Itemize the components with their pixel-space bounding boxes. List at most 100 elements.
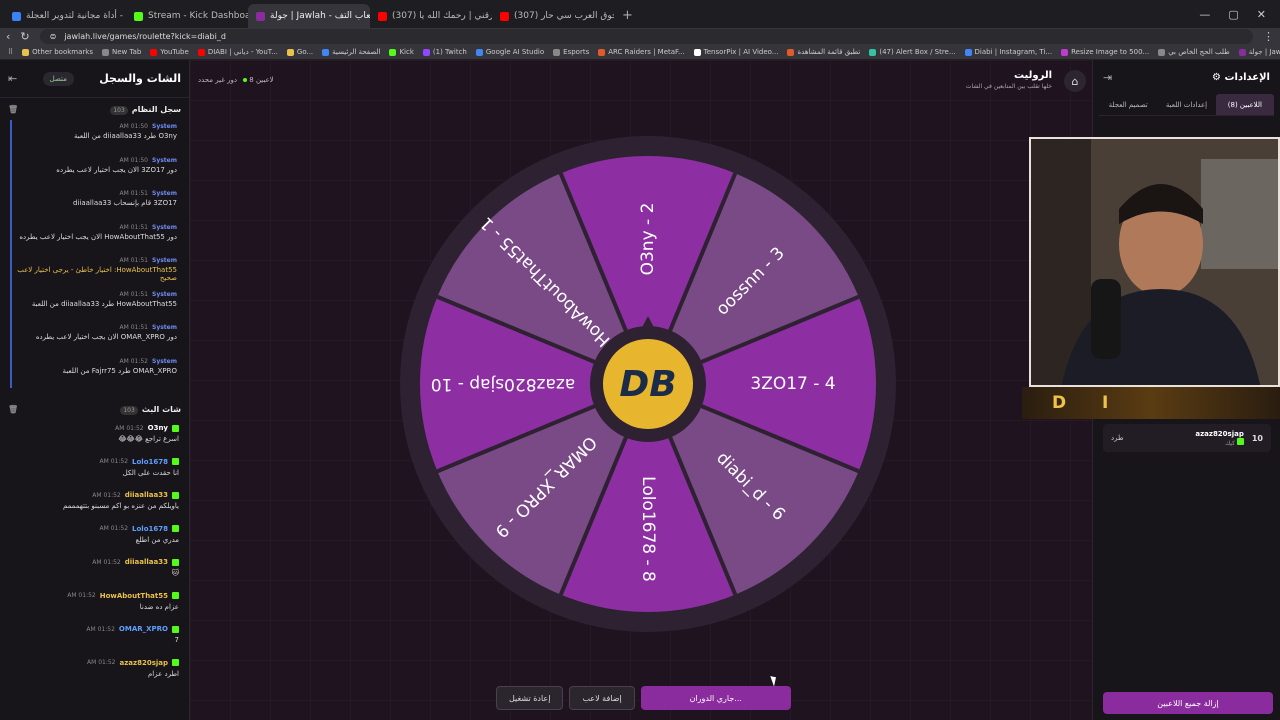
browser-tab[interactable]: (307) رحل عني وفارقني | رحمك الله يا...✕: [370, 4, 492, 28]
home-button[interactable]: ⌂: [1064, 70, 1086, 92]
wheel-segment-label: azaz820sjap - 10: [431, 374, 576, 394]
bookmark-item[interactable]: New Tab: [102, 48, 141, 56]
collapse-panel-icon[interactable]: ⇤: [8, 72, 17, 85]
webcam-image: [1031, 139, 1278, 385]
sender-name: System: [152, 290, 177, 298]
site-info-icon[interactable]: ⊜: [50, 32, 57, 41]
sender-name: System: [152, 324, 177, 331]
roulette-wheel[interactable]: 3ZO17 - 4diabi_d - 6Lolo1678 - 8OMAR_XPR…: [398, 134, 898, 634]
address-bar-row: ‹ ↻ ⊜ jawlah.live/games/roulette?kick=di…: [0, 28, 1280, 45]
chat-username[interactable]: Lolo1678: [132, 525, 168, 533]
bookmark-favicon: [102, 48, 109, 56]
back-icon[interactable]: ‹: [6, 30, 10, 43]
timestamp: AM 01:52: [115, 424, 144, 432]
bookmark-item[interactable]: Esports: [553, 48, 589, 56]
bookmark-item[interactable]: (47) Alert Box / Stre...: [869, 48, 956, 56]
bookmark-item[interactable]: طلب الحج الخاص بي: [1158, 48, 1230, 56]
bookmark-favicon: [286, 48, 294, 56]
settings-tabs: اللاعبين (8) إعدادات اللعبة تصميم العجلة: [1099, 94, 1274, 116]
expand-panel-icon[interactable]: ⇥: [1103, 71, 1112, 84]
chat-username[interactable]: HowAboutThat55: [100, 592, 168, 600]
bookmark-item[interactable]: TensorPix | AI Video...: [693, 48, 779, 56]
apps-icon[interactable]: ⠿: [8, 48, 13, 56]
bookmark-favicon: [964, 48, 972, 56]
syslog-entry: System AM 01:51 HowAboutThat55 طرد diiaall…: [10, 287, 181, 321]
minimize-icon[interactable]: —: [1199, 8, 1210, 21]
chat-username[interactable]: OMAR_XPRO: [119, 625, 168, 633]
url-text: jawlah.live/games/roulette?kick=diabi_d: [64, 32, 226, 41]
trash-icon[interactable]: 🗑: [8, 105, 18, 114]
logo-letter-i: I: [1102, 393, 1109, 413]
roulette-area: دور غير محدد 8 لاعبين الروليت خلها تقلب …: [190, 60, 1092, 720]
chat-text: مدري من اطلع: [135, 535, 179, 544]
stream-chat-list[interactable]: O3ny AM 01:52 اسرع تراجع 😂😂😂 Lolo1678 AM 01:…: [0, 420, 189, 692]
browser-tab[interactable]: (307) زازاه القمر كحوق العرب سي حار...✕: [492, 4, 614, 28]
chat-username[interactable]: O3ny: [148, 424, 168, 432]
chat-log-header: ⇤ متصل الشات والسجل: [0, 60, 189, 98]
bookmark-item[interactable]: Go...: [286, 48, 313, 56]
spin-button[interactable]: جاري الدوران...: [640, 686, 791, 710]
trash-icon[interactable]: 🗑: [8, 405, 18, 414]
extensions-icon[interactable]: ⋮: [1263, 30, 1274, 43]
tab-game-settings[interactable]: إعدادات اللعبة: [1157, 94, 1215, 115]
chat-text: انا حقدت على الكل: [122, 468, 179, 477]
tab-players[interactable]: اللاعبين (8): [1215, 94, 1274, 115]
player-number: 10: [1251, 433, 1263, 443]
tab-favicon: [378, 11, 387, 21]
browser-tab-active[interactable]: جولة | Jawlah - منصة الألعاب التف...✕: [248, 4, 370, 28]
chat-username[interactable]: Lolo1678: [132, 458, 168, 466]
bookmark-favicon: [389, 48, 397, 56]
url-field[interactable]: ⊜ jawlah.live/games/roulette?kick=diabi_…: [39, 29, 1253, 44]
timestamp: AM 01:52: [99, 458, 129, 465]
syslog-list[interactable]: System AM 01:50 O3ny طرد diiaallaa33 من ال…: [0, 120, 189, 392]
chat-username[interactable]: azaz820sjap: [119, 659, 168, 667]
bookmark-item[interactable]: DIABI | دياني - YouT...: [197, 48, 278, 56]
remove-all-players-button[interactable]: إزالة جميع اللاعبين: [1103, 692, 1273, 714]
bookmark-item[interactable]: تطبق قائمة المشاهدة: [787, 48, 860, 56]
new-tab-icon[interactable]: +: [614, 4, 641, 28]
tab-wheel-design[interactable]: تصميم العجلة: [1099, 94, 1157, 115]
bookmark-item[interactable]: الصفحة الرئيسية: [322, 48, 380, 56]
chat-username[interactable]: diiaallaa33: [125, 491, 168, 499]
reload-icon[interactable]: ↻: [20, 30, 29, 43]
bookmark-label: TensorPix | AI Video...: [703, 48, 779, 56]
bookmark-item[interactable]: Kick: [389, 48, 414, 56]
bookmark-item[interactable]: YouTube: [150, 48, 189, 56]
timestamp: AM 01:52: [92, 491, 121, 499]
chat-message: azaz820sjap AM 01:52 اطرد عزام: [10, 655, 179, 689]
home-icon: ⌂: [1071, 74, 1079, 88]
bookmark-item[interactable]: جولة | Jawlah - منص...: [1238, 48, 1280, 56]
chat-log-title: الشات والسجل: [99, 72, 181, 85]
bookmark-item[interactable]: ARC Raiders | MetaF...: [598, 48, 685, 56]
add-player-button[interactable]: إضافة لاعب: [569, 686, 635, 710]
page-subtitle: خلها تقلب بين المتابعين في الشات: [965, 83, 1052, 90]
close-window-icon[interactable]: ✕: [1257, 8, 1266, 21]
bookmark-item[interactable]: Other bookmarks: [22, 48, 93, 56]
logo-db-icon: DB: [619, 364, 676, 405]
kick-player-button[interactable]: طرد: [1111, 434, 1124, 442]
chat-message: O3ny AM 01:52 اسرع تراجع 😂😂😂: [10, 420, 179, 454]
bookmark-item[interactable]: Resize Image to 500...: [1061, 48, 1149, 56]
tab-favicon: [12, 11, 21, 21]
sender-name: System: [152, 123, 177, 130]
chat-text: ياويلكم من عنزه بو اكم مسبنو بتتهمممم: [62, 502, 179, 510]
restart-button[interactable]: إعادة تشغيل: [496, 686, 564, 710]
browser-tabbar: مجلة الحظ - أداة مجانية لتدوير العجلة✕ S…: [0, 0, 1280, 28]
players-count-text: 8 لاعبين: [249, 76, 274, 84]
browser-tab[interactable]: Stream - Kick Dashboard✕: [126, 4, 248, 28]
bookmark-item[interactable]: Google AI Studio: [475, 48, 544, 56]
bookmark-favicon: [22, 48, 30, 56]
window-controls: — ▢ ✕: [1185, 0, 1280, 28]
syslog-message: HowAboutThat55 طرد diiaallaa33 من اللعبة: [31, 299, 177, 308]
bookmark-item[interactable]: (1) Twitch: [422, 48, 467, 56]
chat-username[interactable]: diiaallaa33: [125, 558, 168, 566]
timestamp: AM 01:52: [67, 592, 96, 599]
bookmark-favicon: [553, 48, 561, 56]
timestamp: AM 01:50: [119, 123, 148, 130]
maximize-icon[interactable]: ▢: [1228, 8, 1238, 21]
browser-tab[interactable]: مجلة الحظ - أداة مجانية لتدوير العجلة✕: [4, 4, 126, 28]
tab-title: مجلة الحظ - أداة مجانية لتدوير العجلة: [26, 11, 126, 21]
bookmark-label: Kick: [399, 48, 414, 56]
bookmark-item[interactable]: Diabi | Instagram, Ti...: [964, 48, 1052, 56]
kick-badge-icon: [172, 458, 179, 465]
